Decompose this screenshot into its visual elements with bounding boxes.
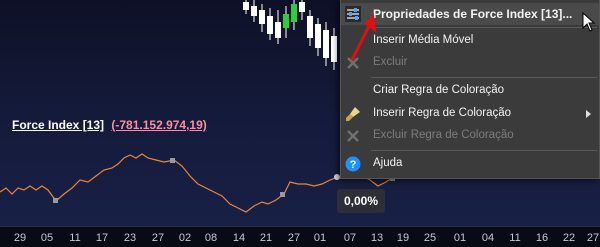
menu-item-label: Ajuda <box>373 157 403 169</box>
x-tick: 01 <box>313 232 327 244</box>
percent-tooltip: 0,00% <box>337 189 385 213</box>
line-point-marker <box>170 158 175 163</box>
x-tick: 23 <box>123 232 137 244</box>
delete-icon <box>347 130 359 142</box>
indicator-value: (-781.152.974,19) <box>111 118 207 132</box>
menu-separator <box>371 77 597 78</box>
x-tick: 19 <box>396 232 410 244</box>
svg-text:?: ? <box>350 159 357 171</box>
menu-separator <box>371 27 597 28</box>
x-tick: 17 <box>95 232 109 244</box>
menu-separator <box>371 150 597 151</box>
x-tick: 27 <box>151 232 165 244</box>
help-icon: ? <box>345 156 361 172</box>
menu-item-help[interactable]: ? Ajuda <box>341 153 599 175</box>
x-tick: 29 <box>13 232 27 244</box>
menu-item-delete-color-rule[interactable]: Excluir Regra de Coloração <box>341 125 599 147</box>
menu-item-label: Propriedades de Force Index [13]... <box>373 7 573 21</box>
chart-window: Force Index [13] (-781.152.974,19) 0,00%… <box>0 0 600 247</box>
x-tick: 01 <box>453 232 467 244</box>
indicator-label[interactable]: Force Index [13] (-781.152.974,19) <box>12 118 207 132</box>
force-index-line <box>0 153 393 213</box>
x-tick: 21 <box>259 232 273 244</box>
line-point-marker <box>53 198 58 203</box>
x-tick: 08 <box>204 232 218 244</box>
menu-item-create-color-rule[interactable]: Criar Regra de Coloração <box>341 80 599 102</box>
x-tick: 25 <box>423 232 437 244</box>
x-tick: 27 <box>586 232 600 244</box>
x-tick: 02 <box>178 232 192 244</box>
x-axis: 29 05 11 17 23 27 02 08 14 21 27 01 07 1… <box>0 226 600 247</box>
red-arrow-annotation <box>350 14 376 61</box>
x-tick: 14 <box>232 232 246 244</box>
x-tick: 13 <box>370 232 384 244</box>
menu-item-label: Excluir Regra de Coloração <box>373 129 514 141</box>
x-tick: 11 <box>509 232 521 244</box>
x-tick: 16 <box>535 232 549 244</box>
indicator-name[interactable]: Force Index [13] <box>12 118 104 132</box>
x-tick: 27 <box>287 232 301 244</box>
menu-item-insert-color-rule[interactable]: Inserir Regra de Coloração <box>341 103 599 125</box>
menu-item-label: Inserir Média Móvel <box>373 34 474 46</box>
menu-item-label: Criar Regra de Coloração <box>373 84 505 96</box>
menu-item-label: Inserir Regra de Coloração <box>373 107 512 119</box>
x-tick: 11 <box>69 232 81 244</box>
x-tick: 04 <box>481 232 495 244</box>
line-point-marker <box>280 192 285 197</box>
x-tick: 05 <box>40 232 54 244</box>
submenu-arrow-icon <box>586 110 591 118</box>
mouse-pointer-icon <box>582 12 596 32</box>
x-tick: 07 <box>343 232 357 244</box>
x-tick: 22 <box>562 232 576 244</box>
brush-icon <box>346 107 360 121</box>
